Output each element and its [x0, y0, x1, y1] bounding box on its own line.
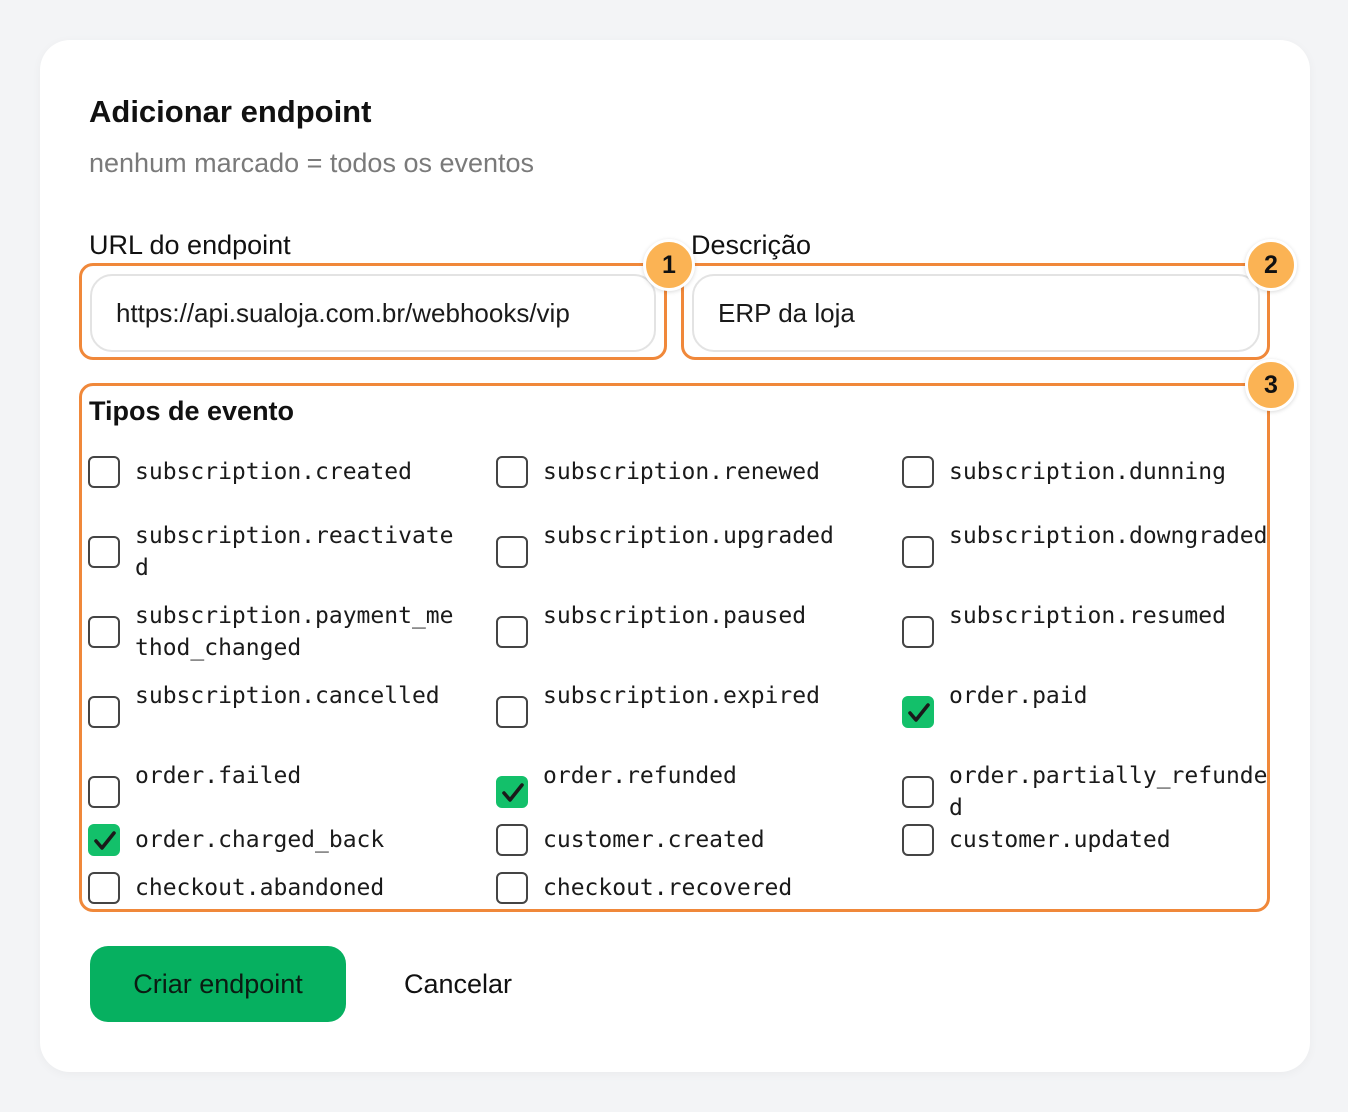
event-label: order.refunded	[543, 763, 737, 789]
event-option[interactable]: order.refunded	[496, 760, 866, 824]
checkbox[interactable]	[902, 456, 934, 488]
event-option[interactable]: subscription.downgraded	[902, 520, 1272, 584]
event-option[interactable]: subscription.cancelled	[88, 680, 458, 744]
checkbox[interactable]	[88, 536, 120, 568]
event-label: subscription.paused	[543, 603, 807, 629]
annotation-badge-2: 2	[1245, 239, 1297, 291]
event-label: customer.updated	[949, 827, 1171, 853]
event-option[interactable]: order.paid	[902, 680, 1272, 744]
event-label: subscription.reactivated	[135, 523, 454, 581]
event-option[interactable]: subscription.upgraded	[496, 520, 866, 584]
checkbox[interactable]	[902, 536, 934, 568]
url-input[interactable]: https://api.sualoja.com.br/webhooks/vip	[90, 274, 656, 352]
event-option[interactable]: order.partially_refunded	[902, 760, 1272, 824]
events-label: Tipos de evento	[89, 396, 295, 426]
description-input[interactable]: ERP da loja	[692, 274, 1260, 352]
event-label: subscription.renewed	[543, 459, 820, 485]
checkbox-checked[interactable]	[88, 824, 120, 856]
event-label: subscription.cancelled	[135, 683, 440, 709]
event-option[interactable]: order.charged_back	[88, 824, 458, 856]
event-label: checkout.recovered	[543, 875, 793, 901]
event-label: order.partially_refunded	[949, 763, 1268, 821]
checkmark-icon	[908, 703, 930, 722]
cancel-button[interactable]: Cancelar	[375, 946, 541, 1022]
event-label: order.paid	[949, 683, 1088, 709]
description-label: Descrição	[691, 230, 812, 260]
event-option[interactable]: customer.updated	[902, 824, 1272, 856]
checkbox[interactable]	[496, 696, 528, 728]
event-label: order.failed	[135, 763, 302, 789]
checkbox[interactable]	[902, 776, 934, 808]
event-label: subscription.created	[135, 459, 412, 485]
event-label: subscription.upgraded	[543, 523, 834, 549]
dialog-subtitle: nenhum marcado = todos os eventos	[89, 148, 535, 178]
event-option[interactable]: subscription.dunning	[902, 456, 1272, 488]
event-option[interactable]: subscription.payment_method_changed	[88, 600, 458, 664]
checkbox[interactable]	[496, 824, 528, 856]
checkbox[interactable]	[88, 456, 120, 488]
checkbox[interactable]	[88, 696, 120, 728]
checkbox[interactable]	[902, 824, 934, 856]
event-option[interactable]: subscription.expired	[496, 680, 866, 744]
checkbox[interactable]	[496, 616, 528, 648]
checkbox[interactable]	[88, 872, 120, 904]
annotation-badge-3: 3	[1245, 359, 1297, 411]
event-label: order.charged_back	[135, 827, 385, 853]
event-option[interactable]: order.failed	[88, 760, 458, 824]
event-label: subscription.resumed	[949, 603, 1226, 629]
event-option[interactable]: subscription.paused	[496, 600, 866, 664]
event-option[interactable]: subscription.resumed	[902, 600, 1272, 664]
checkbox[interactable]	[902, 616, 934, 648]
event-option[interactable]: subscription.created	[88, 456, 458, 488]
checkbox-checked[interactable]	[902, 696, 934, 728]
event-option[interactable]: subscription.reactivated	[88, 520, 458, 584]
dialog-title: Adicionar endpoint	[89, 94, 372, 129]
event-label: subscription.dunning	[949, 459, 1226, 485]
event-label: subscription.downgraded	[949, 523, 1268, 549]
event-option[interactable]: checkout.recovered	[496, 872, 866, 904]
checkbox[interactable]	[496, 872, 528, 904]
event-label: customer.created	[543, 827, 765, 853]
checkmark-icon	[94, 831, 116, 850]
checkbox[interactable]	[88, 776, 120, 808]
event-label: checkout.abandoned	[135, 875, 385, 901]
checkbox[interactable]	[496, 536, 528, 568]
create-endpoint-button[interactable]: Criar endpoint	[90, 946, 346, 1022]
checkbox[interactable]	[496, 456, 528, 488]
event-label: subscription.payment_method_changed	[135, 603, 454, 661]
annotation-badge-1: 1	[643, 239, 695, 291]
checkbox[interactable]	[88, 616, 120, 648]
event-option[interactable]: checkout.abandoned	[88, 872, 458, 904]
checkmark-icon	[502, 783, 524, 802]
event-option[interactable]: customer.created	[496, 824, 866, 856]
url-label: URL do endpoint	[89, 230, 291, 260]
checkbox-checked[interactable]	[496, 776, 528, 808]
event-label: subscription.expired	[543, 683, 820, 709]
event-option[interactable]: subscription.renewed	[496, 456, 866, 488]
